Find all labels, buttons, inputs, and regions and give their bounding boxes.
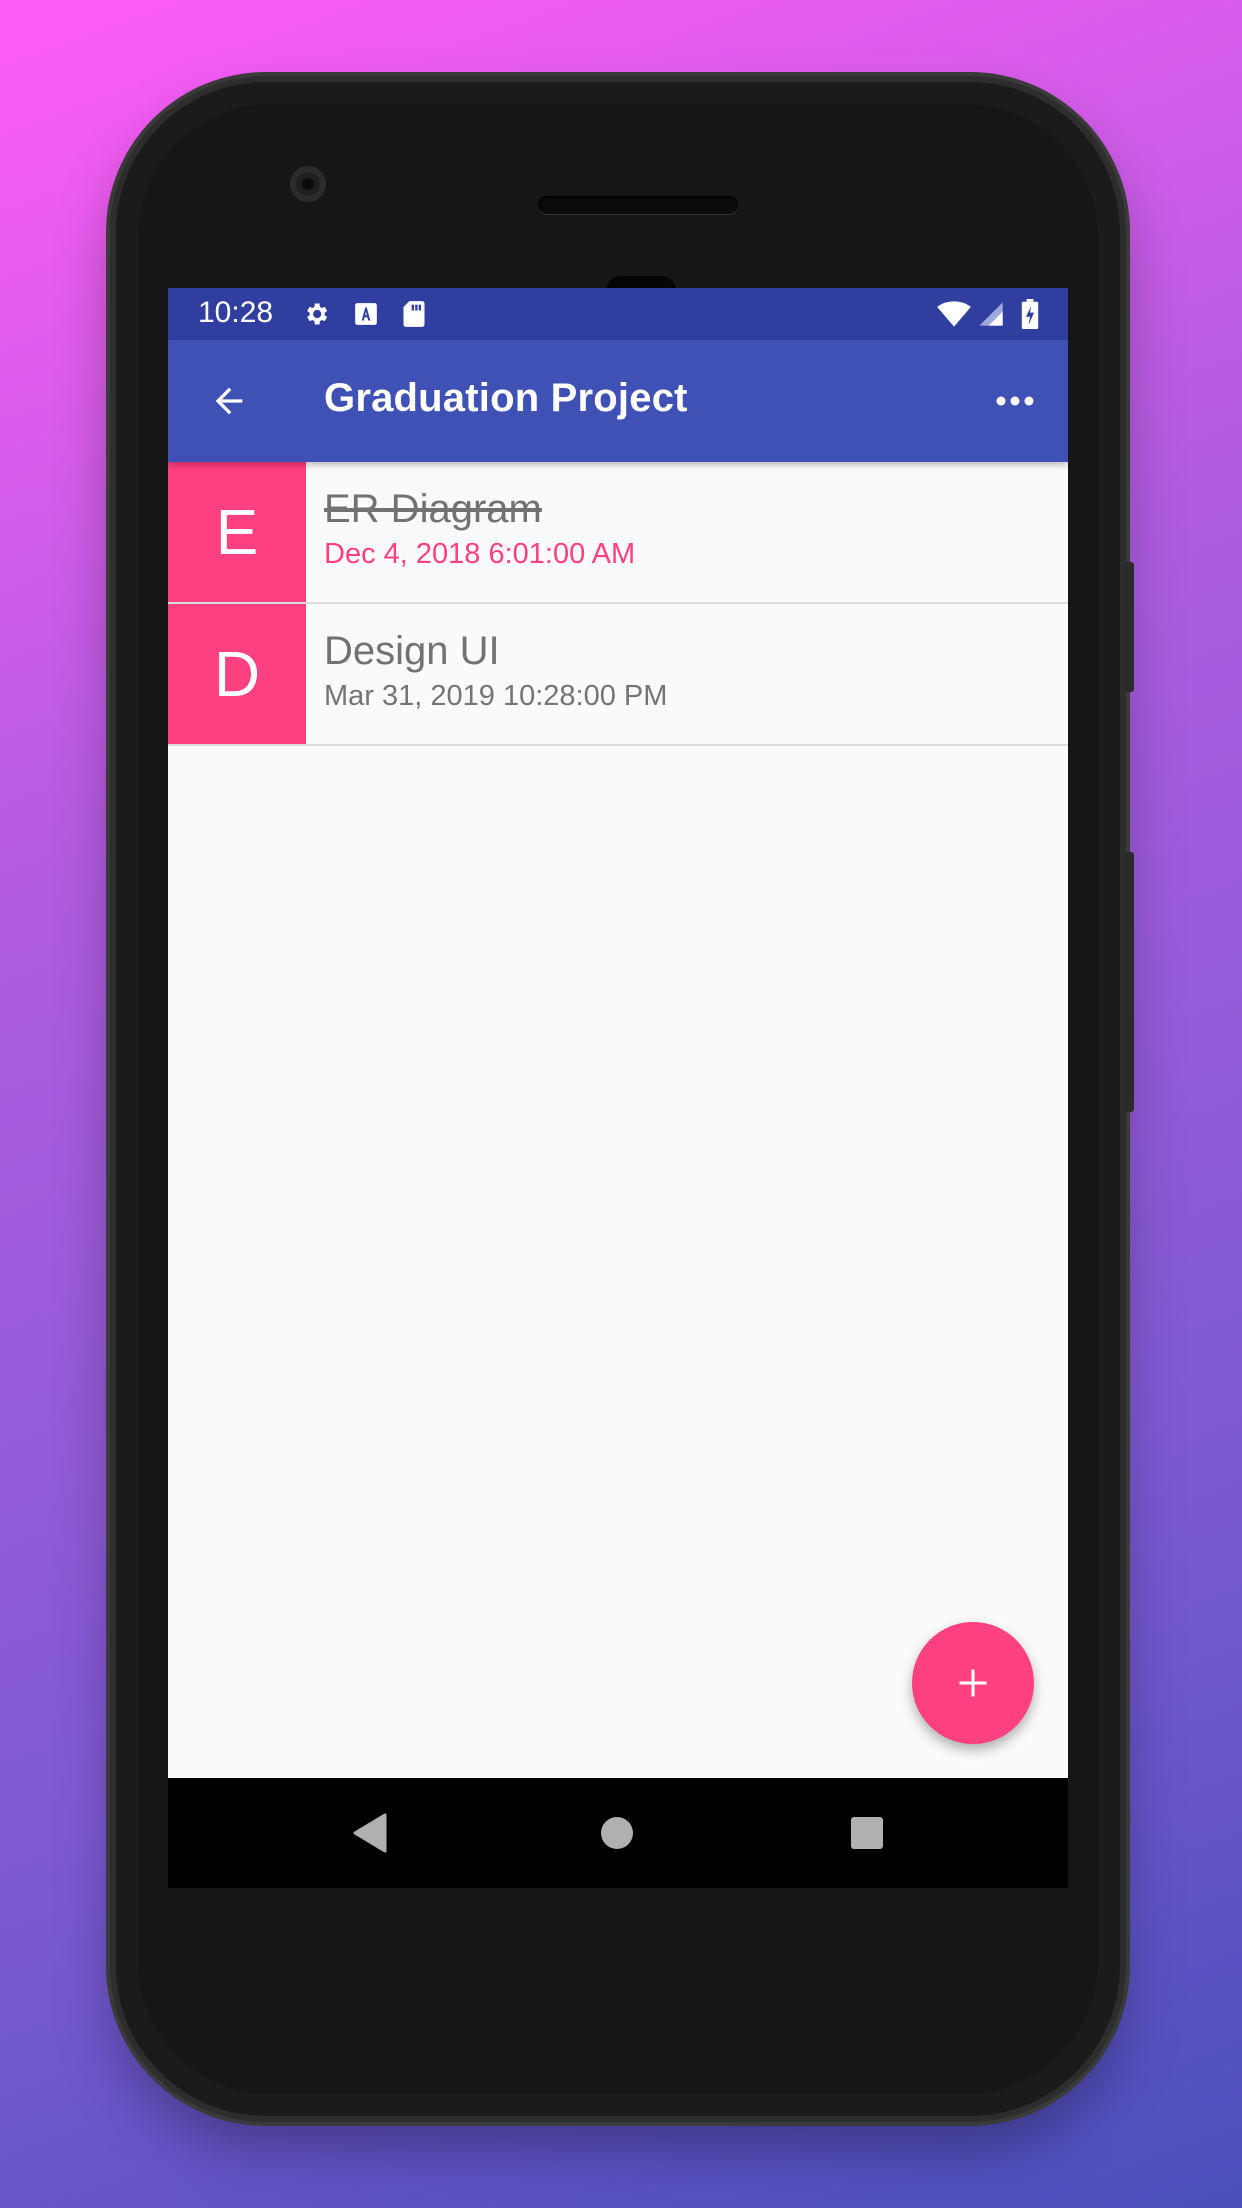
- task-title: Design UI: [324, 629, 500, 673]
- sd-card-icon: [398, 298, 430, 330]
- overflow-menu-button[interactable]: [984, 370, 1046, 432]
- nav-back-button[interactable]: [344, 1808, 394, 1858]
- more-horizontal-icon: [996, 396, 1034, 406]
- a-notification-icon: [350, 298, 382, 330]
- home-circle-icon: [601, 1817, 633, 1849]
- task-date: Dec 4, 2018 6:01:00 AM: [324, 538, 636, 570]
- task-letter-avatar: D: [168, 604, 306, 744]
- back-triangle-icon: [353, 1813, 387, 1853]
- task-title: ER Diagram: [324, 487, 542, 531]
- task-list: E ER Diagram Dec 4, 2018 6:01:00 AM D De…: [168, 462, 1068, 1778]
- status-bar: 10:28: [168, 288, 1068, 340]
- cell-signal-icon: [976, 298, 1006, 330]
- power-button: [1124, 562, 1134, 692]
- front-camera: [290, 166, 326, 202]
- system-nav-bar: [168, 1778, 1068, 1888]
- arrow-left-icon: [215, 387, 243, 415]
- app-bar: Graduation Project: [168, 340, 1068, 462]
- earpiece-speaker: [538, 196, 738, 214]
- recents-square-icon: [851, 1817, 883, 1849]
- task-letter-avatar: E: [168, 462, 306, 602]
- battery-charging-icon: [1018, 298, 1042, 330]
- page-title: Graduation Project: [324, 376, 688, 420]
- plus-icon: [959, 1669, 987, 1697]
- task-text: ER Diagram Dec 4, 2018 6:01:00 AM: [306, 462, 635, 602]
- add-task-button[interactable]: [912, 1622, 1034, 1744]
- task-date: Mar 31, 2019 10:28:00 PM: [324, 680, 668, 712]
- wifi-icon: [936, 298, 972, 330]
- nav-home-button[interactable]: [592, 1808, 642, 1858]
- task-row-design-ui[interactable]: D Design UI Mar 31, 2019 10:28:00 PM: [168, 604, 1068, 746]
- nav-recents-button[interactable]: [842, 1808, 892, 1858]
- screen: 10:28 Graduation Project E ER Diagram De…: [168, 288, 1068, 1888]
- back-button[interactable]: [198, 370, 260, 432]
- task-row-er-diagram[interactable]: E ER Diagram Dec 4, 2018 6:01:00 AM: [168, 462, 1068, 604]
- status-time: 10:28: [198, 296, 274, 329]
- gear-icon: [300, 298, 332, 330]
- task-text: Design UI Mar 31, 2019 10:28:00 PM: [306, 604, 667, 744]
- volume-button: [1124, 852, 1134, 1112]
